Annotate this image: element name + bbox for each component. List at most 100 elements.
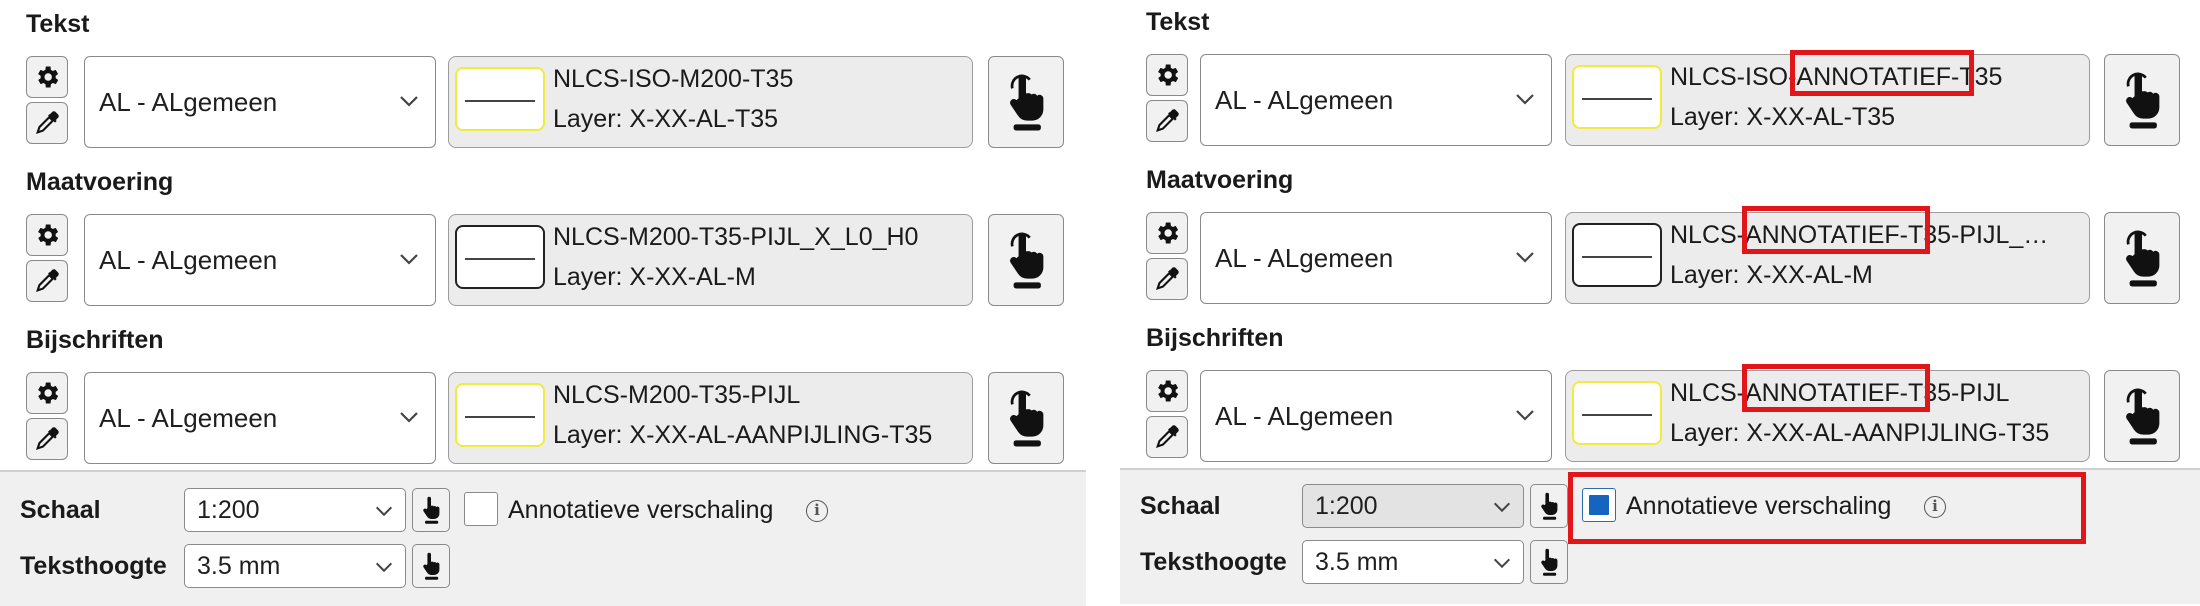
style-name: NLCS-ISO-M200-T35 bbox=[553, 65, 794, 93]
pick-style-button[interactable] bbox=[988, 56, 1064, 148]
layer-group-select[interactable]: AL - ALgemeen bbox=[84, 214, 436, 306]
chevron-down-icon bbox=[1493, 502, 1511, 513]
style-info-box[interactable]: NLCS-M200-T35-PIJL_X_L0_H0 Layer: X-XX-A… bbox=[448, 214, 973, 306]
eyedropper-icon bbox=[1156, 425, 1179, 448]
schaal-value: 1:200 bbox=[1315, 491, 1378, 520]
hand-pointer-icon bbox=[423, 496, 440, 524]
eyedropper-button[interactable] bbox=[1146, 100, 1188, 142]
gear-icon bbox=[38, 66, 59, 88]
gear-icon bbox=[1158, 222, 1179, 244]
pick-scale-button[interactable] bbox=[412, 488, 450, 532]
layer-group-select[interactable]: AL - ALgemeen bbox=[1200, 212, 1552, 304]
style-info-box[interactable]: NLCS-ISO-M200-T35 Layer: X-XX-AL-T35 bbox=[448, 56, 973, 148]
chevron-down-icon bbox=[400, 254, 418, 265]
pick-style-button[interactable] bbox=[2104, 54, 2180, 146]
pick-scale-button[interactable] bbox=[1530, 484, 1568, 528]
annotative-scaling-label: Annotatieve verschaling bbox=[508, 496, 774, 524]
layer-group-value: AL - ALgemeen bbox=[1215, 400, 1394, 431]
gear-icon bbox=[38, 382, 59, 404]
teksthoogte-select[interactable]: 3.5 mm bbox=[184, 544, 406, 588]
section-title-maatvoering: Maatvoering bbox=[1146, 166, 1294, 194]
annotative-scaling-checkbox[interactable] bbox=[464, 492, 498, 526]
chevron-down-icon bbox=[1516, 252, 1534, 263]
layer-group-value: AL - ALgemeen bbox=[1215, 84, 1394, 115]
style-layer: Layer: X-XX-AL-AANPIJLING-T35 bbox=[1670, 419, 2050, 447]
eyedropper-button[interactable] bbox=[1146, 258, 1188, 300]
teksthoogte-value: 3.5 mm bbox=[197, 551, 281, 580]
pick-textheight-button[interactable] bbox=[412, 544, 450, 588]
highlight-annotatief bbox=[1790, 50, 1974, 96]
highlight-annotative-scaling bbox=[1568, 472, 2086, 544]
section-title-maatvoering: Maatvoering bbox=[26, 168, 174, 196]
style-preview bbox=[455, 383, 545, 447]
settings-button[interactable] bbox=[26, 372, 68, 414]
layer-group-select[interactable]: AL - ALgemeen bbox=[1200, 370, 1552, 462]
chevron-down-icon bbox=[1516, 410, 1534, 421]
section-title-tekst: Tekst bbox=[1146, 8, 1210, 36]
gear-icon bbox=[1158, 380, 1179, 402]
layer-group-value: AL - ALgemeen bbox=[99, 402, 278, 433]
style-panel-after: Tekst AL - ALgemeen NLCS-ISO-ANNOTATIEF-… bbox=[1120, 0, 2200, 606]
eyedropper-icon bbox=[36, 269, 59, 292]
layer-group-select[interactable]: AL - ALgemeen bbox=[84, 56, 436, 148]
schaal-select[interactable]: 1:200 bbox=[1302, 484, 1524, 528]
hand-pointer-icon bbox=[1541, 548, 1558, 576]
section-title-tekst: Tekst bbox=[26, 10, 90, 38]
chevron-down-icon bbox=[400, 96, 418, 107]
layer-group-value: AL - ALgemeen bbox=[1215, 242, 1394, 273]
eyedropper-button[interactable] bbox=[1146, 416, 1188, 458]
teksthoogte-label: Teksthoogte bbox=[1140, 548, 1287, 576]
schaal-select[interactable]: 1:200 bbox=[184, 488, 406, 532]
style-preview bbox=[455, 67, 545, 131]
settings-button[interactable] bbox=[26, 214, 68, 256]
style-name: NLCS-M200-T35-PIJL bbox=[553, 381, 801, 409]
pick-style-button[interactable] bbox=[988, 372, 1064, 464]
style-info-box[interactable]: NLCS-M200-T35-PIJL Layer: X-XX-AL-AANPIJ… bbox=[448, 372, 973, 464]
chevron-down-icon bbox=[400, 412, 418, 423]
eyedropper-button[interactable] bbox=[26, 260, 68, 302]
settings-button[interactable] bbox=[1146, 54, 1188, 96]
hand-pointer-icon bbox=[1010, 74, 1044, 131]
schaal-value: 1:200 bbox=[197, 495, 260, 524]
style-layer: Layer: X-XX-AL-AANPIJLING-T35 bbox=[553, 421, 933, 449]
eyedropper-button[interactable] bbox=[26, 418, 68, 460]
style-panel-before: Tekst AL - ALgemeen NLCS-ISO-M200-T35 La… bbox=[0, 0, 1086, 606]
schaal-label: Schaal bbox=[1140, 492, 1221, 520]
layer-group-select[interactable]: AL - ALgemeen bbox=[84, 372, 436, 464]
schaal-label: Schaal bbox=[20, 496, 101, 524]
section-title-bijschriften: Bijschriften bbox=[1146, 324, 1284, 352]
layer-group-select[interactable]: AL - ALgemeen bbox=[1200, 54, 1552, 146]
chevron-down-icon bbox=[375, 562, 393, 573]
teksthoogte-select[interactable]: 3.5 mm bbox=[1302, 540, 1524, 584]
style-preview bbox=[1572, 65, 1662, 129]
teksthoogte-label: Teksthoogte bbox=[20, 552, 167, 580]
chevron-down-icon bbox=[1516, 94, 1534, 105]
highlight-annotatief bbox=[1742, 206, 1930, 254]
pick-style-button[interactable] bbox=[988, 214, 1064, 306]
pick-textheight-button[interactable] bbox=[1530, 540, 1568, 584]
highlight-annotatief bbox=[1742, 364, 1930, 412]
pick-style-button[interactable] bbox=[2104, 212, 2180, 304]
hand-pointer-icon bbox=[2126, 388, 2160, 445]
eyedropper-button[interactable] bbox=[26, 102, 68, 144]
hand-pointer-icon bbox=[2126, 72, 2160, 129]
gear-icon bbox=[38, 224, 59, 246]
settings-button[interactable] bbox=[26, 56, 68, 98]
layer-group-value: AL - ALgemeen bbox=[99, 86, 278, 117]
eyedropper-icon bbox=[36, 111, 59, 134]
chevron-down-icon bbox=[1493, 558, 1511, 569]
pick-style-button[interactable] bbox=[2104, 370, 2180, 462]
hand-pointer-icon bbox=[1010, 232, 1044, 289]
hand-pointer-icon bbox=[1010, 390, 1044, 447]
style-preview bbox=[455, 225, 545, 289]
hand-pointer-icon bbox=[423, 552, 440, 580]
settings-button[interactable] bbox=[1146, 370, 1188, 412]
settings-button[interactable] bbox=[1146, 212, 1188, 254]
chevron-down-icon bbox=[375, 506, 393, 517]
style-name: NLCS-M200-T35-PIJL_X_L0_H0 bbox=[553, 223, 919, 251]
style-preview bbox=[1572, 223, 1662, 287]
hand-pointer-icon bbox=[2126, 230, 2160, 287]
layer-group-value: AL - ALgemeen bbox=[99, 244, 278, 275]
info-icon[interactable]: i bbox=[806, 500, 828, 522]
eyedropper-icon bbox=[1156, 267, 1179, 290]
